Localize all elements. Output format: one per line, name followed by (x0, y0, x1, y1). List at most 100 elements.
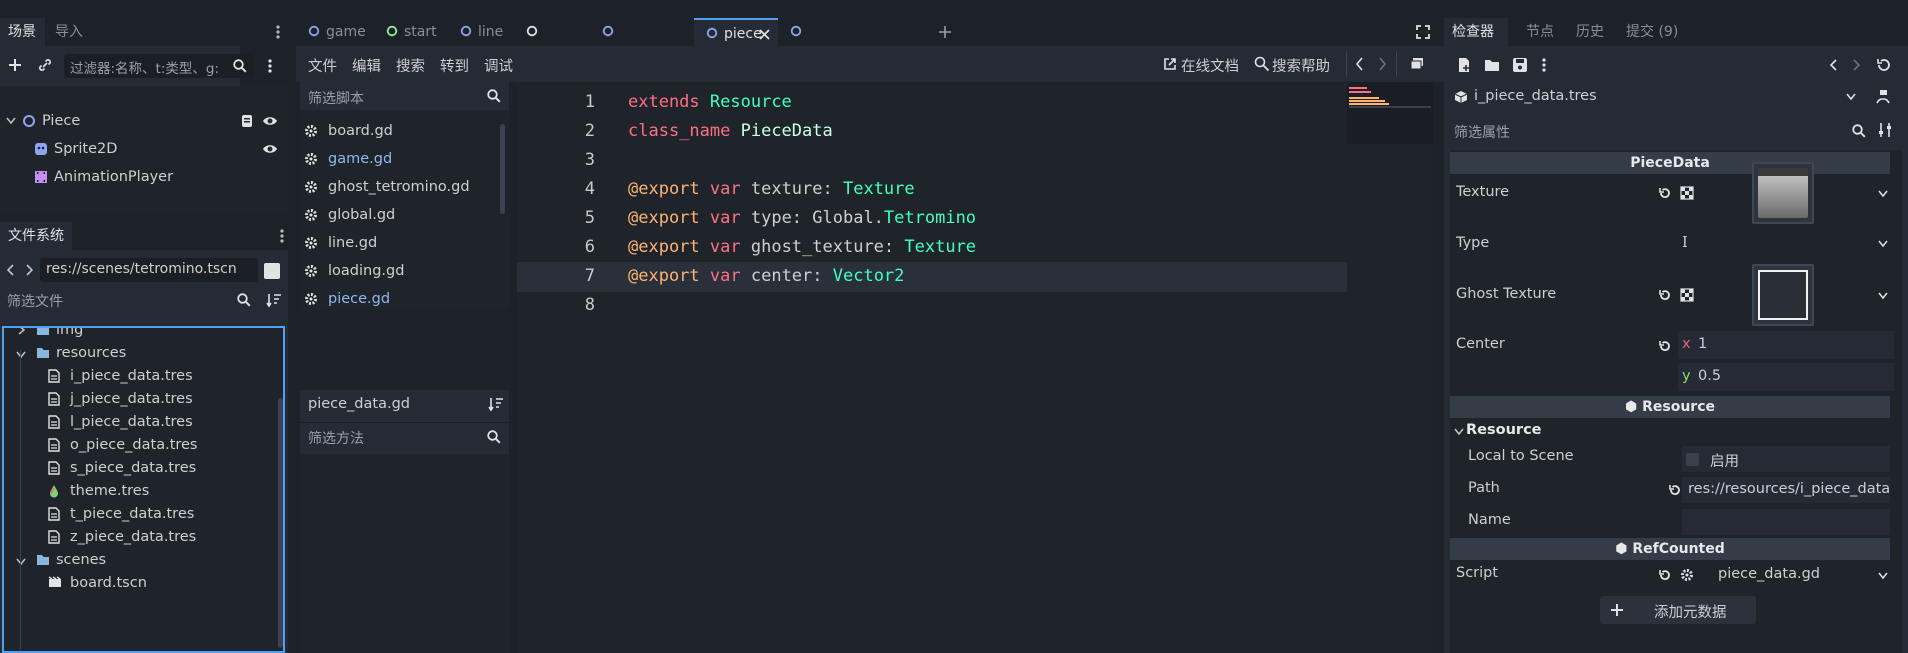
tab-script-piece[interactable]: piece (694, 18, 778, 46)
tab-filesystem[interactable]: 文件系统 (0, 222, 72, 250)
help-search-icon[interactable] (1254, 56, 1270, 72)
new-tab-button[interactable] (938, 25, 952, 39)
menu-file[interactable]: 文件 (308, 55, 337, 76)
script-list-scrollbar[interactable] (500, 124, 505, 214)
close-icon[interactable] (759, 29, 770, 40)
center-y-field[interactable]: y 0.5 (1678, 363, 1894, 391)
menu-search[interactable]: 搜索 (396, 55, 425, 76)
tab-commit[interactable]: 提交 (9) (1618, 18, 1686, 46)
property-filter-input[interactable]: 筛选属性 (1450, 118, 1870, 144)
ghost-texture-preview[interactable] (1752, 264, 1814, 326)
link-icon[interactable] (37, 57, 53, 73)
script-list-item[interactable]: ghost_tetromino.gd (300, 174, 496, 200)
resource-group-toggle[interactable]: Resource (1450, 420, 1890, 444)
split-view-toggle[interactable] (264, 263, 280, 279)
script-list-item[interactable]: piece.gd (300, 286, 496, 310)
filesystem-item[interactable]: resources (4, 341, 283, 365)
script-list-item[interactable]: loading.gd (300, 258, 496, 284)
sort-icon[interactable] (266, 292, 282, 308)
method-filter-input[interactable]: 筛选方法 (300, 422, 509, 450)
tab-inspector[interactable]: 检查器 (1444, 18, 1508, 46)
search-icon[interactable] (233, 59, 247, 73)
tab-script-start[interactable]: start (374, 18, 448, 46)
script-list-item[interactable]: global.gd (300, 202, 496, 228)
inspector-menu-dots-icon[interactable] (1542, 58, 1546, 72)
menu-edit[interactable]: 编辑 (352, 55, 381, 76)
revert-icon[interactable] (1658, 339, 1672, 353)
add-node-icon[interactable] (8, 58, 22, 72)
path-field[interactable]: res://resources/i_piece_data.tr (1682, 477, 1890, 503)
object-history-icon[interactable] (1876, 57, 1892, 73)
filesystem-item[interactable]: j_piece_data.tres (4, 387, 283, 411)
filesystem-item[interactable]: i_piece_data.tres (4, 364, 283, 388)
visibility-eye-icon[interactable] (262, 143, 278, 155)
search-icon[interactable] (237, 293, 251, 307)
filesystem-scrollbar[interactable] (278, 398, 283, 648)
name-field[interactable] (1682, 509, 1890, 535)
tab-script-line[interactable]: line (448, 18, 514, 46)
history-forward-icon[interactable] (1852, 59, 1860, 71)
revert-icon[interactable] (1668, 483, 1682, 497)
history-back-icon[interactable] (1830, 59, 1838, 71)
scene-menu-dots-icon[interactable] (268, 59, 272, 73)
external-link-icon[interactable] (1163, 57, 1177, 71)
scene-filter-input[interactable]: 过滤器:名称、t:类型、g: (64, 54, 254, 78)
chevron-down-icon[interactable] (6, 117, 16, 125)
open-folder-icon[interactable] (1484, 58, 1500, 72)
scene-tree-row-sprite[interactable]: Sprite2D (0, 137, 288, 161)
search-icon[interactable] (1852, 124, 1866, 138)
script-filter-input[interactable]: 筛选脚本 (300, 82, 509, 110)
visibility-eye-icon[interactable] (262, 115, 278, 127)
dock-menu-icon[interactable] (276, 25, 280, 39)
resource-extra-icon[interactable] (1876, 89, 1892, 105)
filesystem-filter-input[interactable]: 筛选文件 (0, 288, 258, 312)
script-select[interactable]: piece_data.gd (1698, 562, 1894, 588)
new-resource-icon[interactable] (1456, 57, 1472, 73)
distraction-free-icon[interactable] (1410, 57, 1424, 71)
scene-tree-row-animationplayer[interactable]: AnimationPlayer (0, 165, 288, 189)
online-docs-button[interactable]: 在线文档 (1181, 55, 1239, 76)
chevron-down-icon[interactable] (16, 557, 26, 567)
tab-import[interactable]: 导入 (47, 18, 91, 46)
revert-icon[interactable] (1658, 288, 1672, 302)
back-arrow-icon[interactable] (7, 264, 15, 276)
chevron-down-icon[interactable] (16, 350, 26, 360)
resource-selector[interactable]: i_piece_data.tres (1450, 84, 1862, 110)
filesystem-menu-dots-icon[interactable] (280, 229, 284, 243)
revert-icon[interactable] (1658, 568, 1672, 582)
checkerboard-icon[interactable] (1680, 186, 1694, 200)
script-list-item[interactable]: game.gd (300, 146, 496, 172)
filesystem-item[interactable]: z_piece_data.tres (4, 525, 283, 549)
script-list-item[interactable]: line.gd (300, 230, 496, 256)
fullscreen-button[interactable] (1416, 25, 1430, 39)
local-to-scene-checkbox[interactable]: 启用 (1682, 446, 1890, 472)
filesystem-item[interactable]: board.tscn (4, 571, 283, 595)
tab-script-ghost-tetromino[interactable]: ghost_tetromino (778, 18, 926, 68)
tab-script-tetromino[interactable]: tetromino (590, 18, 694, 68)
filesystem-item[interactable]: t_piece_data.tres (4, 502, 283, 526)
code-minimap[interactable] (1347, 82, 1433, 144)
revert-icon[interactable] (1658, 186, 1672, 200)
tab-script-board[interactable]: board (514, 18, 590, 68)
code-editor[interactable]: 1 extends Resource 2 class_name PieceData 3 4… (517, 82, 1433, 653)
chevron-down-icon[interactable] (1878, 190, 1888, 198)
scene-tree-row-piece[interactable]: Piece (0, 109, 288, 133)
search-icon[interactable] (487, 89, 501, 103)
tab-node[interactable]: 节点 (1518, 18, 1562, 46)
center-x-field[interactable]: x 1 (1678, 331, 1894, 359)
filesystem-path-input[interactable]: res://scenes/tetromino.tscn (40, 258, 258, 282)
next-script-icon[interactable] (1378, 57, 1386, 71)
type-select[interactable]: I (1678, 230, 1894, 258)
add-metadata-button[interactable]: 添加元数据 (1600, 596, 1756, 624)
tab-scene[interactable]: 场景 (0, 18, 45, 46)
previous-script-icon[interactable] (1356, 57, 1364, 71)
filesystem-item[interactable]: scenes (4, 548, 283, 572)
tab-script-game[interactable]: game (296, 18, 374, 46)
chevron-right-icon[interactable] (16, 326, 26, 335)
filesystem-item[interactable]: o_piece_data.tres (4, 433, 283, 457)
filesystem-item[interactable]: l_piece_data.tres (4, 410, 283, 434)
save-icon[interactable] (1512, 57, 1528, 73)
script-list-item[interactable]: board.gd (300, 118, 496, 144)
forward-arrow-icon[interactable] (25, 264, 33, 276)
search-help-button[interactable]: 搜索帮助 (1272, 55, 1330, 76)
